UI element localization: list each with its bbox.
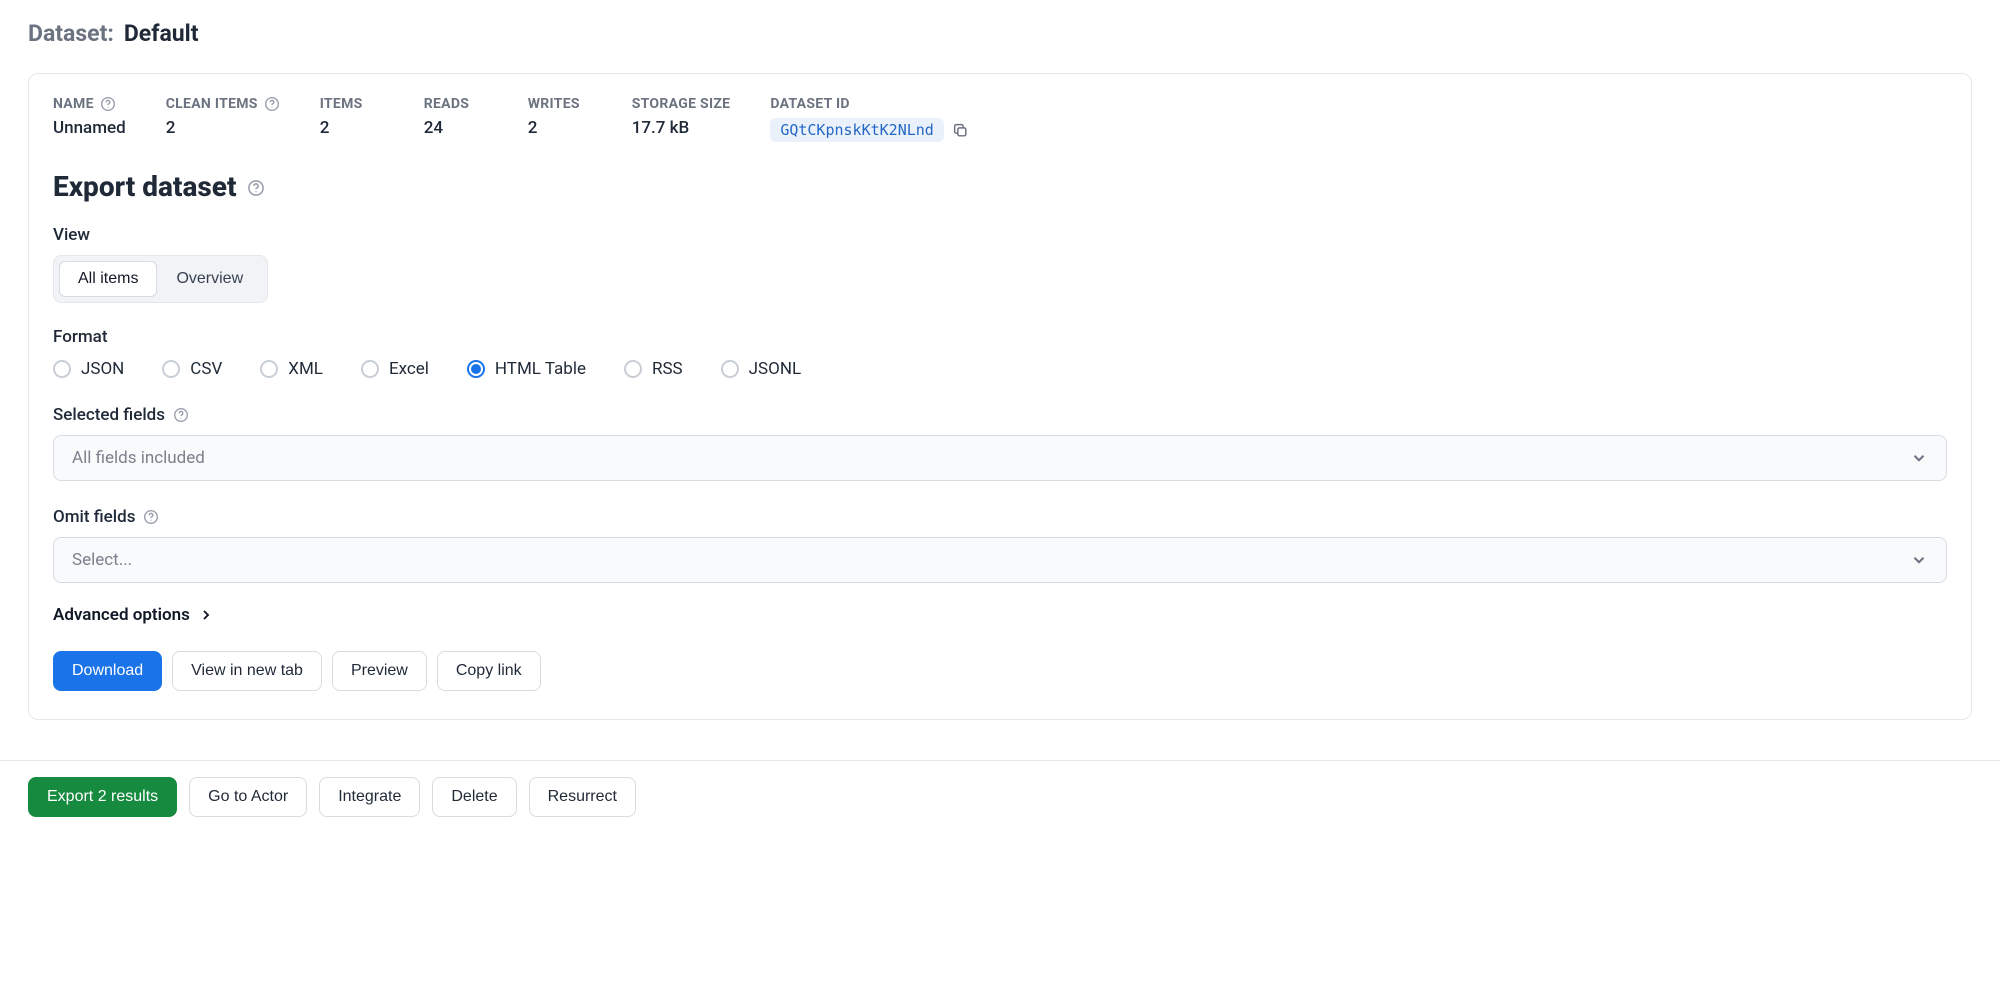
omit-fields-label: Omit fields — [53, 507, 135, 527]
stat-storage-label: STORAGE SIZE — [632, 96, 731, 112]
format-option-rss[interactable]: RSS — [624, 359, 683, 379]
stat-dataset-id: DATASET ID GQtCKpnskKtK2NLnd — [770, 96, 969, 142]
export-results-button[interactable]: Export 2 results — [28, 777, 177, 817]
format-option-json[interactable]: JSON — [53, 359, 124, 379]
bottom-bar: Export 2 results Go to Actor Integrate D… — [0, 760, 2000, 833]
copy-icon[interactable] — [952, 122, 969, 139]
omit-fields-placeholder: Select... — [72, 550, 132, 570]
view-option-overview[interactable]: Overview — [157, 261, 262, 297]
selected-fields-placeholder: All fields included — [72, 448, 205, 468]
export-title-row: Export dataset — [53, 170, 1947, 203]
view-label: View — [53, 225, 1947, 245]
chevron-down-icon — [1910, 449, 1928, 467]
stat-name-value: Unnamed — [53, 118, 126, 138]
help-icon[interactable] — [173, 407, 189, 423]
format-label: Format — [53, 327, 1947, 347]
stat-name: NAME Unnamed — [53, 96, 126, 138]
page-header: Dataset: Default — [0, 0, 2000, 61]
advanced-options-label: Advanced options — [53, 605, 190, 625]
export-title: Export dataset — [53, 170, 237, 203]
go-to-actor-button[interactable]: Go to Actor — [189, 777, 307, 817]
format-radio-group: JSON CSV XML Excel HTML Table — [53, 359, 1947, 379]
format-option-jsonl[interactable]: JSONL — [721, 359, 801, 379]
download-button[interactable]: Download — [53, 651, 162, 691]
view-in-new-tab-button[interactable]: View in new tab — [172, 651, 322, 691]
preview-button[interactable]: Preview — [332, 651, 427, 691]
help-icon[interactable] — [264, 96, 280, 112]
view-option-all-items[interactable]: All items — [59, 261, 157, 297]
format-option-xml[interactable]: XML — [260, 359, 323, 379]
stat-reads-label: READS — [424, 96, 488, 112]
stat-storage-size: STORAGE SIZE 17.7 kB — [632, 96, 731, 138]
format-option-excel[interactable]: Excel — [361, 359, 429, 379]
stat-clean-items-value: 2 — [166, 118, 280, 138]
chevron-right-icon — [198, 607, 214, 623]
selected-fields-label: Selected fields — [53, 405, 165, 425]
copy-link-button[interactable]: Copy link — [437, 651, 541, 691]
export-actions-row: Download View in new tab Preview Copy li… — [53, 651, 1947, 691]
export-card: NAME Unnamed CLEAN ITEMS 2 ITEMS — [28, 73, 1972, 720]
stat-clean-items: CLEAN ITEMS 2 — [166, 96, 280, 138]
stat-items-label: ITEMS — [320, 96, 384, 112]
stat-items-value: 2 — [320, 118, 384, 138]
format-option-csv[interactable]: CSV — [162, 359, 222, 379]
advanced-options-toggle[interactable]: Advanced options — [53, 605, 1947, 625]
dataset-label: Dataset: — [28, 20, 114, 47]
format-option-html-table[interactable]: HTML Table — [467, 359, 586, 379]
help-icon[interactable] — [100, 96, 116, 112]
integrate-button[interactable]: Integrate — [319, 777, 420, 817]
stat-writes-value: 2 — [528, 118, 592, 138]
stat-dataset-id-label: DATASET ID — [770, 96, 969, 112]
stat-clean-items-label: CLEAN ITEMS — [166, 96, 258, 112]
stat-writes-label: WRITES — [528, 96, 592, 112]
dataset-id-value: GQtCKpnskKtK2NLnd — [770, 118, 944, 142]
stat-storage-value: 17.7 kB — [632, 118, 731, 138]
stat-items: ITEMS 2 — [320, 96, 384, 138]
resurrect-button[interactable]: Resurrect — [529, 777, 636, 817]
dataset-name: Default — [124, 20, 199, 47]
selected-fields-select[interactable]: All fields included — [53, 435, 1947, 481]
stat-writes: WRITES 2 — [528, 96, 592, 138]
stats-row: NAME Unnamed CLEAN ITEMS 2 ITEMS — [53, 96, 1947, 142]
help-icon[interactable] — [247, 179, 263, 195]
omit-fields-select[interactable]: Select... — [53, 537, 1947, 583]
chevron-down-icon — [1910, 551, 1928, 569]
delete-button[interactable]: Delete — [432, 777, 516, 817]
stat-name-label: NAME — [53, 96, 94, 112]
help-icon[interactable] — [143, 509, 159, 525]
view-segmented-control: All items Overview — [53, 255, 268, 303]
stat-reads-value: 24 — [424, 118, 488, 138]
stat-reads: READS 24 — [424, 96, 488, 138]
